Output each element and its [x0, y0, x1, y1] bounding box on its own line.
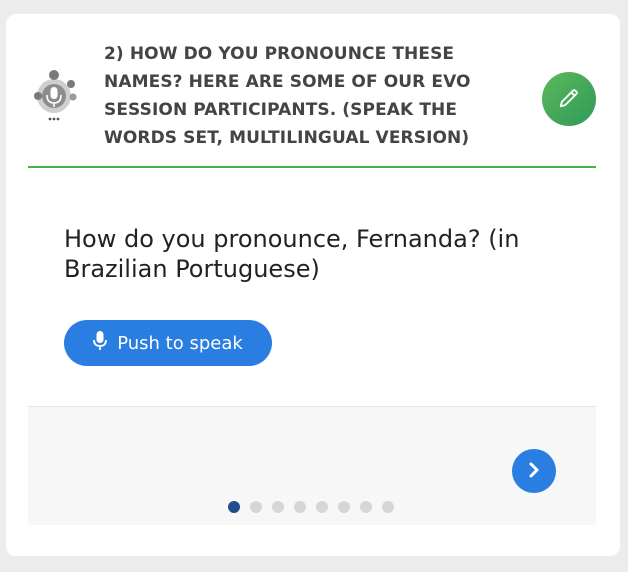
navigation-area [28, 406, 596, 525]
page-dot[interactable] [338, 501, 350, 513]
speech-quiz-icon [32, 66, 82, 122]
page-dot[interactable] [250, 501, 262, 513]
header-divider [28, 166, 596, 168]
page-dot[interactable] [360, 501, 372, 513]
question-text: How do you pronounce, Fernanda? (in Braz… [64, 225, 520, 283]
question-card: 2) How do you pronounce these names? Her… [6, 14, 620, 556]
push-to-speak-label: Push to speak [117, 332, 243, 354]
card-header: 2) How do you pronounce these names? Her… [28, 36, 598, 166]
page-indicator [228, 501, 394, 513]
next-button[interactable] [512, 449, 556, 493]
page-dot[interactable] [272, 501, 284, 513]
pencil-icon [558, 87, 580, 112]
microphone-icon [93, 330, 108, 356]
page-dot[interactable] [228, 501, 240, 513]
chevron-right-icon [526, 462, 542, 481]
page-dot[interactable] [382, 501, 394, 513]
push-to-speak-button[interactable]: Push to speak [64, 320, 272, 366]
edit-button[interactable] [542, 72, 596, 126]
question-title: 2) How do you pronounce these names? Her… [104, 44, 471, 148]
page-dot[interactable] [316, 501, 328, 513]
page-dot[interactable] [294, 501, 306, 513]
